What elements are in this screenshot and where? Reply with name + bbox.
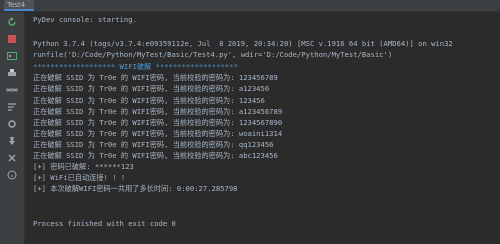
console-line: 正在破解 SSID 为 Tr0e 的 WIFI密码, 当前校验的密码为: a12… <box>33 84 270 93</box>
close-icon[interactable] <box>6 152 18 164</box>
print-icon[interactable] <box>6 67 18 79</box>
console-line: Python 3.7.4 (tags/v3.7.4:e09359112e, Ju… <box>33 39 453 48</box>
console-line: 正在破解 SSID 为 Tr0e 的 WIFI密码, 当前校验的密码为: abc… <box>33 151 278 160</box>
console-line: PyDev console: starting. <box>33 15 137 24</box>
tab-bar: Test4 <box>0 0 500 12</box>
console-line: 正在破解 SSID 为 Tr0e 的 WIFI密码, 当前校验的密码为: 123… <box>33 96 265 105</box>
pin-icon[interactable] <box>6 135 18 147</box>
soft-wrap-icon[interactable] <box>6 101 18 113</box>
console-line: 正在破解 SSID 为 Tr0e 的 WIFI密码, 当前校验的密码为: qq1… <box>33 140 274 149</box>
console-line: runfile('D:/Code/Python/MyTest/Basic/Tes… <box>33 50 393 59</box>
console-toolbar <box>0 12 25 244</box>
infinity-icon[interactable] <box>6 84 18 96</box>
python-console-icon[interactable] <box>6 50 18 62</box>
console-line: ******************* WIFI破解 *************… <box>33 62 238 71</box>
console-line: 正在破解 SSID 为 Tr0e 的 WIFI密码, 当前校验的密码为: 123… <box>33 73 278 82</box>
stop-icon[interactable] <box>6 33 18 45</box>
tab-test4[interactable]: Test4 <box>4 0 34 11</box>
help-icon[interactable] <box>6 169 18 181</box>
console-line: [+] WiFi已自动连接! ! ! <box>33 173 126 182</box>
console-line: [+] 密码已破解: ******123 <box>33 162 134 171</box>
settings-icon[interactable] <box>6 118 18 130</box>
console-output[interactable]: PyDev console: starting. Python 3.7.4 (t… <box>26 12 500 244</box>
console-line: Process finished with exit code 0 <box>33 219 176 228</box>
console-line: 正在破解 SSID 为 Tr0e 的 WIFI密码, 当前校验的密码为: woa… <box>33 129 283 138</box>
console-line: [+] 本次破解WIFI密码一共用了多长时间: 0:00:27.285798 <box>33 184 238 193</box>
console-line: 正在破解 SSID 为 Tr0e 的 WIFI密码, 当前校验的密码为: 123… <box>33 118 283 127</box>
console-line: 正在破解 SSID 为 Tr0e 的 WIFI密码, 当前校验的密码为: a12… <box>33 107 283 116</box>
rerun-icon[interactable] <box>6 16 18 28</box>
